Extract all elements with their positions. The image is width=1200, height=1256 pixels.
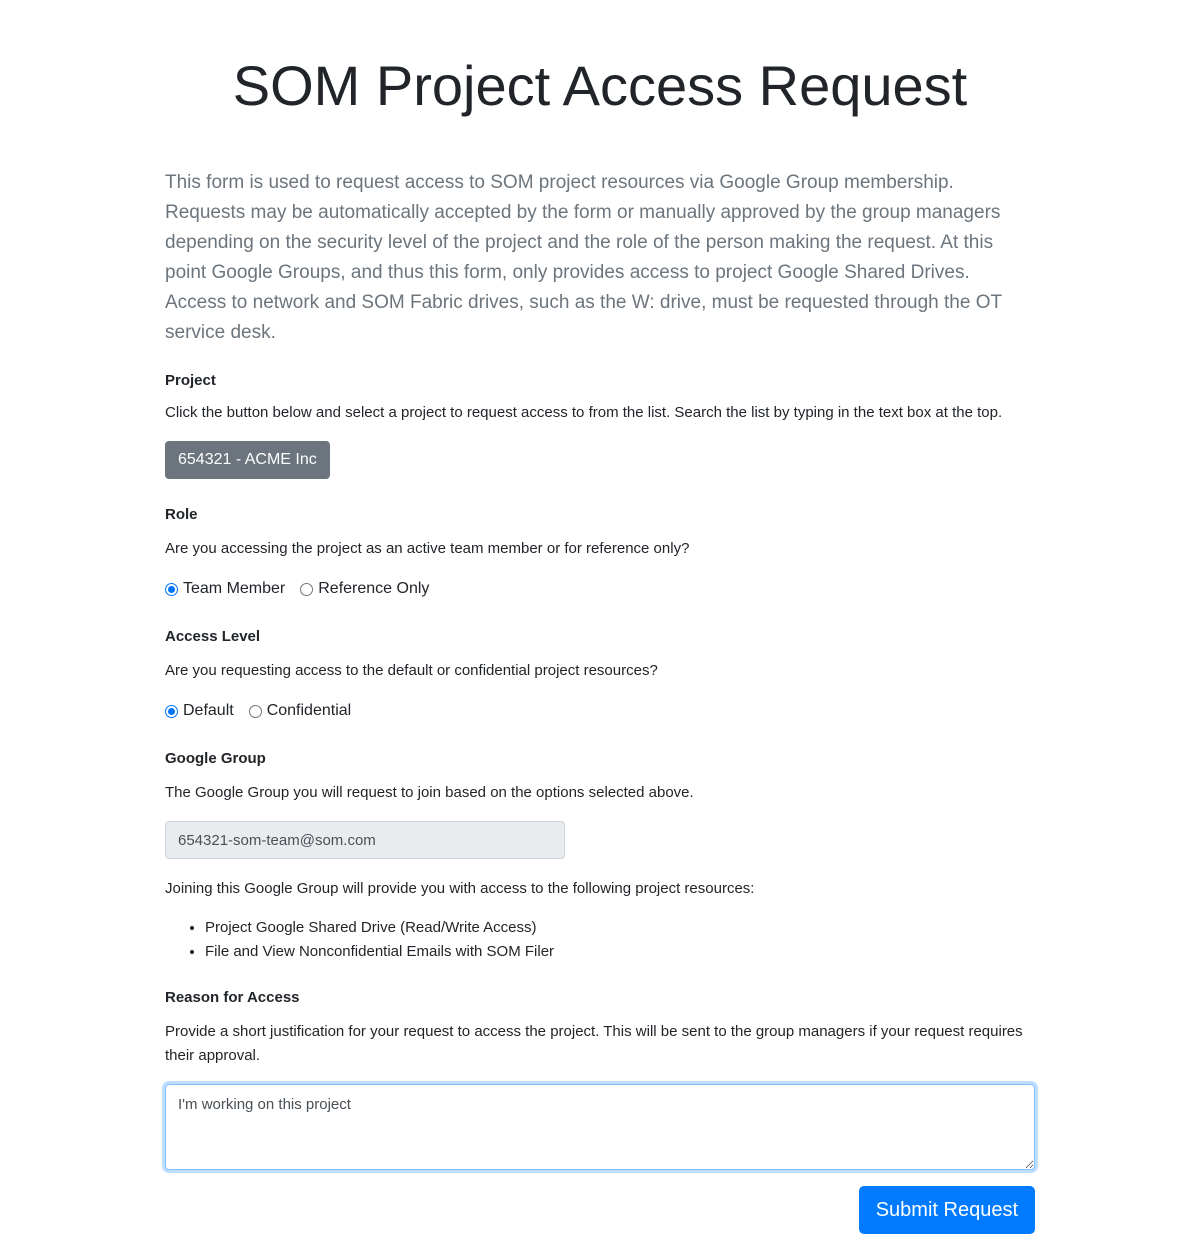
reason-description: Provide a short justification for your r… bbox=[165, 1023, 1023, 1064]
radio-team-member[interactable] bbox=[165, 582, 178, 596]
role-section: Role Are you accessing the project as an… bbox=[165, 505, 1035, 601]
access-level-heading: Access Level bbox=[165, 628, 261, 645]
role-description: Are you accessing the project as an acti… bbox=[165, 540, 690, 557]
radio-label: Default bbox=[183, 702, 234, 719]
radio-default[interactable] bbox=[165, 704, 178, 718]
resources-intro: Joining this Google Group will provide y… bbox=[165, 880, 755, 897]
role-option-team-member[interactable]: Team Member bbox=[165, 577, 285, 601]
access-option-default[interactable]: Default bbox=[165, 699, 234, 723]
request-form: SOM Project Access Request This form is … bbox=[165, 0, 1035, 1234]
list-item: Project Google Shared Drive (Read/Write … bbox=[205, 916, 1035, 940]
project-select-button[interactable]: 654321 - ACME Inc bbox=[165, 441, 330, 479]
page-title: SOM Project Access Request bbox=[232, 54, 968, 117]
project-section: Project Click the button below and selec… bbox=[165, 371, 1035, 479]
google-group-section: Google Group The Google Group you will r… bbox=[165, 749, 1035, 964]
google-group-field[interactable] bbox=[165, 821, 565, 859]
radio-label: Confidential bbox=[266, 702, 352, 719]
access-option-confidential[interactable]: Confidential bbox=[248, 699, 352, 723]
role-heading: Role bbox=[165, 506, 198, 523]
reason-heading: Reason for Access bbox=[165, 989, 300, 1006]
google-group-heading: Google Group bbox=[165, 750, 266, 767]
role-option-reference-only[interactable]: Reference Only bbox=[300, 577, 429, 601]
radio-label: Team Member bbox=[183, 580, 286, 597]
access-level-section: Access Level Are you requesting access t… bbox=[165, 627, 1035, 723]
access-level-radio-group: Default Confidential bbox=[165, 699, 1035, 723]
reason-textarea[interactable]: I'm working on this project bbox=[165, 1084, 1035, 1170]
reason-section: Reason for Access Provide a short justif… bbox=[165, 988, 1035, 1170]
access-level-description: Are you requesting access to the default… bbox=[165, 662, 658, 679]
list-item: File and View Nonconfidential Emails wit… bbox=[205, 940, 1035, 964]
intro-text: This form is used to request access to S… bbox=[165, 172, 1002, 343]
submit-request-button[interactable]: Submit Request bbox=[858, 1186, 1035, 1234]
resources-list: Project Google Shared Drive (Read/Write … bbox=[165, 916, 1035, 964]
project-description: Click the button below and select a proj… bbox=[165, 404, 1003, 421]
radio-confidential[interactable] bbox=[248, 704, 262, 718]
google-group-description: The Google Group you will request to joi… bbox=[165, 784, 694, 801]
radio-reference-only[interactable] bbox=[300, 582, 314, 596]
submit-row: Submit Request bbox=[165, 1186, 1035, 1234]
project-heading: Project bbox=[165, 372, 216, 389]
role-radio-group: Team Member Reference Only bbox=[165, 577, 1035, 601]
radio-label: Reference Only bbox=[318, 580, 430, 597]
